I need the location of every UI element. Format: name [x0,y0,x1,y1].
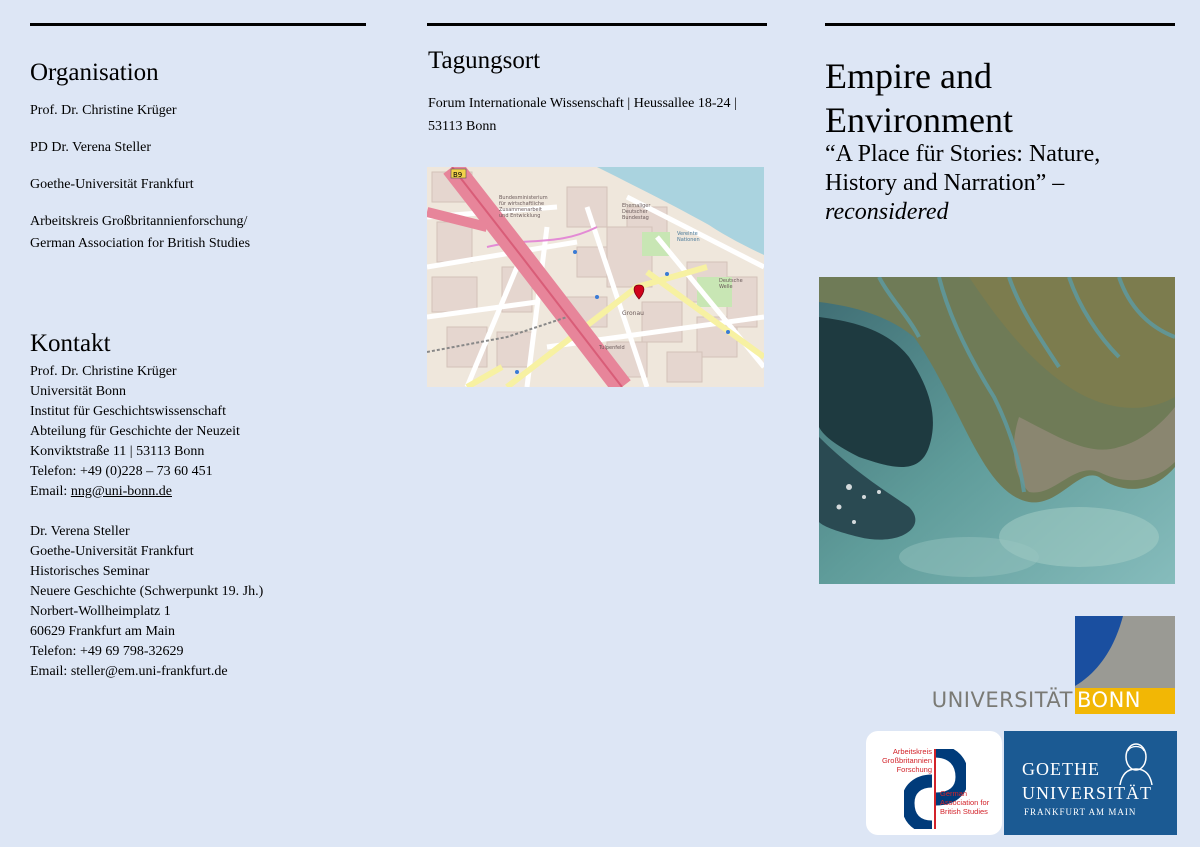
map-graphic: B9 Bundesministerium für wirtschaftliche… [427,167,764,387]
kontakt-line: Goethe-Universität Frankfurt [30,544,194,559]
tagungsort-heading: Tagungsort [428,47,541,74]
satellite-image [819,277,1175,584]
kontakt-block-bonn: Prof. Dr. Christine Krüger Universität B… [30,362,240,502]
organisation-item: Arbeitskreis Großbritannienforschung/ [30,214,248,229]
kontakt-line: Universität Bonn [30,384,127,399]
organisation-heading: Organisation [30,59,159,86]
road-shield-label: B9 [453,171,462,179]
title-block: Empire and Environment “A Place für Stor… [825,54,1175,227]
kontakt-line: Konviktstraße 11 | 53113 Bonn [30,444,205,459]
organisation-item: Goethe-Universität Frankfurt [30,177,194,192]
goethe-text-2: UNIVERSITÄT [1022,783,1152,803]
email-link-bonn[interactable]: nng@uni-bonn.de [71,484,172,499]
subtitle-line: History and Narration” – [825,170,1065,196]
goethe-text-3: FRANKFURT AM MAIN [1024,807,1137,817]
map-label: Welle [719,284,733,290]
bonn-logo-text-right: BONN [1077,688,1141,712]
tagungsort-address: Forum Internationale Wissenschaft | Heus… [428,92,737,138]
kontakt-block-frankfurt: Dr. Verena Steller Goethe-Universität Fr… [30,522,263,682]
universitaet-bonn-logo: UNIVERSITÄT BONN [925,616,1175,714]
kontakt-email-line: Email: steller@em.uni-frankfurt.de [30,664,228,679]
kontakt-line: Prof. Dr. Christine Krüger [30,364,177,379]
kontakt-line: Neuere Geschichte (Schwerpunkt 19. Jh.) [30,584,264,599]
kontakt-line: Dr. Verena Steller [30,524,130,539]
address-line: Forum Internationale Wissenschaft | Heus… [428,96,737,111]
main-title-line: Empire and [825,56,992,96]
main-title-line: Environment [825,100,1013,140]
kontakt-line: Telefon: +49 69 798-32629 [30,644,184,659]
akgb-logo: Arbeitskreis Großbritannien Forschung Ge… [866,731,1002,835]
subtitle-line: reconsidered [825,199,949,225]
kontakt-line: Norbert-Wollheimplatz 1 [30,604,171,619]
organisation-item: German Association for British Studies [30,236,251,251]
location-pin-icon [633,284,645,300]
kontakt-line: Institut für Geschichtswissenschaft [30,404,226,419]
address-line: 53113 Bonn [428,119,497,134]
kontakt-heading: Kontakt [30,330,111,357]
kontakt-line: 60629 Frankfurt am Main [30,624,176,639]
map-label: Gronau [622,310,644,317]
kontakt-line: Historisches Seminar [30,564,150,579]
goethe-universitaet-logo: GOETHE UNIVERSITÄT FRANKFURT AM MAIN [1004,731,1177,835]
goethe-portrait-icon [1119,743,1153,785]
subtitle-line: “A Place für Stories: Nature, [825,141,1101,167]
map-label: Tulpenfeld [598,345,625,351]
akgb-text-bottom: German Association for British Studies [940,789,990,816]
column-rule-middle [427,23,767,26]
map-label: Bundestag [622,215,649,221]
email-label: Email: [30,484,71,499]
kontakt-line: Abteilung für Geschichte der Neuzeit [30,424,240,439]
bonn-logo-text-left: UNIVERSITÄT [931,688,1073,712]
map-label: Nationen [677,237,700,243]
organisation-item: Prof. Dr. Christine Krüger [30,103,177,118]
organisation-item: PD Dr. Verena Steller [30,140,152,155]
kontakt-line: Telefon: +49 (0)228 – 73 60 451 [30,464,213,479]
map-label: und Entwicklung [499,213,540,219]
column-rule-left [30,23,366,26]
goethe-text-1: GOETHE [1022,759,1100,779]
kontakt-email-line: Email: nng@uni-bonn.de [30,482,240,502]
column-rule-right [825,23,1175,26]
venue-map[interactable]: B9 Bundesministerium für wirtschaftliche… [427,167,764,387]
